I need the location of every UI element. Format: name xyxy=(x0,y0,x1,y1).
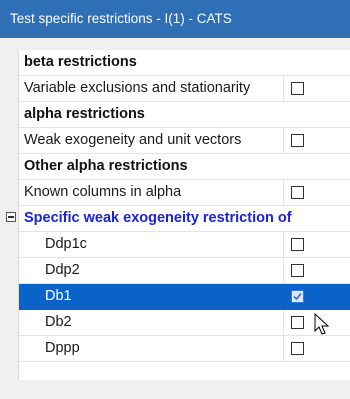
list-item-label: Variable exclusions and stationarity xyxy=(24,80,251,96)
list-item-label: Ddp1c xyxy=(45,236,87,252)
section-header-beta: beta restrictions xyxy=(19,50,350,76)
column-divider xyxy=(283,180,284,206)
checkbox-weak-exogeneity[interactable] xyxy=(291,134,304,147)
list-item-label: Dppp xyxy=(45,340,80,356)
column-divider xyxy=(283,232,284,258)
list-item-db1[interactable]: Db1 xyxy=(19,284,350,310)
checkmark-icon xyxy=(293,293,302,301)
checkbox-db1[interactable] xyxy=(291,290,304,303)
column-divider xyxy=(283,76,284,102)
group-label: Specific weak exogeneity restriction of xyxy=(24,210,292,226)
section-header-label: Other alpha restrictions xyxy=(24,158,188,174)
restrictions-list: beta restrictions Variable exclusions an… xyxy=(6,50,350,380)
column-divider xyxy=(283,336,284,362)
list-item-weak-exogeneity[interactable]: Weak exogeneity and unit vectors xyxy=(19,128,350,154)
list-item-label: Ddp2 xyxy=(45,262,80,278)
list-item-label: Db2 xyxy=(45,314,72,330)
window-title: Test specific restrictions - I(1) - CATS xyxy=(10,11,232,26)
column-divider xyxy=(283,128,284,154)
column-divider xyxy=(283,258,284,284)
column-divider xyxy=(283,310,284,336)
list-item-label: Db1 xyxy=(45,288,72,304)
list-item-db2[interactable]: Db2 xyxy=(19,310,350,336)
list-item-known-columns[interactable]: Known columns in alpha xyxy=(19,180,350,206)
list-item-ddp1c[interactable]: Ddp1c xyxy=(19,232,350,258)
list-item-dppp[interactable]: Dppp xyxy=(19,336,350,362)
list-item-label: Known columns in alpha xyxy=(24,184,182,200)
checkbox-ddp1c[interactable] xyxy=(291,238,304,251)
list-item-variable-exclusions[interactable]: Variable exclusions and stationarity xyxy=(19,76,350,102)
section-header-label: beta restrictions xyxy=(24,54,137,70)
group-specific-weak-exogeneity[interactable]: Specific weak exogeneity restriction of xyxy=(6,206,350,232)
section-header-label: alpha restrictions xyxy=(24,106,145,122)
checkbox-ddp2[interactable] xyxy=(291,264,304,277)
list-item-label: Weak exogeneity and unit vectors xyxy=(24,132,242,148)
section-header-alpha: alpha restrictions xyxy=(19,102,350,128)
checkbox-known-columns[interactable] xyxy=(291,186,304,199)
checkbox-dppp[interactable] xyxy=(291,342,304,355)
window-title-bar: Test specific restrictions - I(1) - CATS xyxy=(0,0,350,38)
checkbox-variable-exclusions[interactable] xyxy=(291,82,304,95)
section-header-other-alpha: Other alpha restrictions xyxy=(19,154,350,180)
restrictions-panel: beta restrictions Variable exclusions an… xyxy=(0,38,350,399)
checkbox-db2[interactable] xyxy=(291,316,304,329)
list-item-ddp2[interactable]: Ddp2 xyxy=(19,258,350,284)
mouse-pointer-icon xyxy=(314,313,330,335)
collapse-minus-icon[interactable] xyxy=(6,212,16,222)
